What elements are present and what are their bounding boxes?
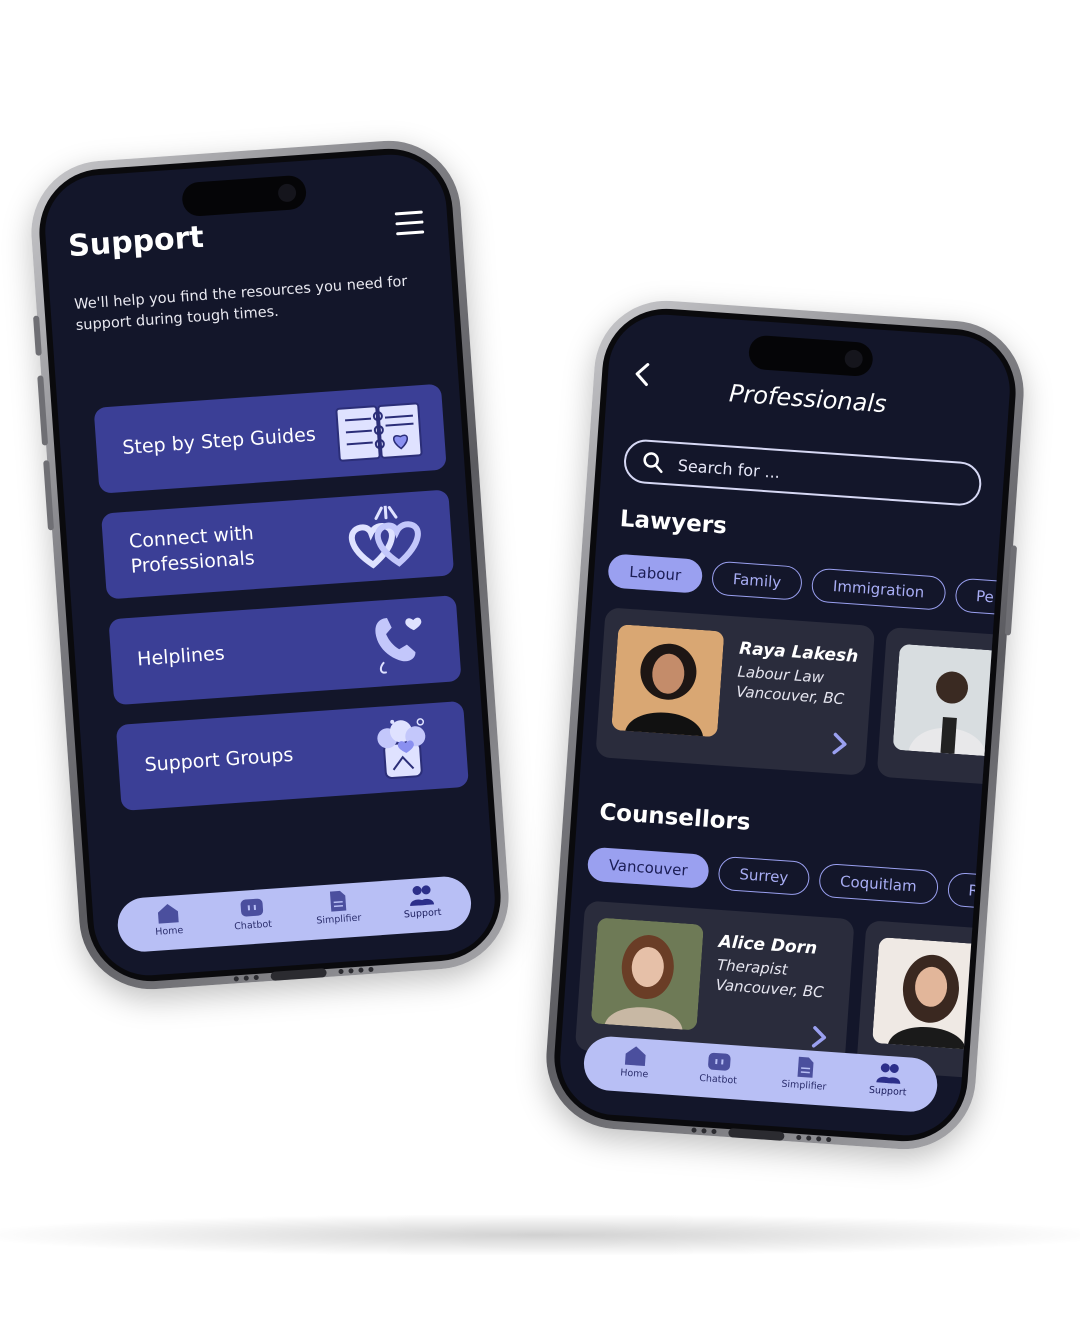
guides-label: Step by Step Guides (121, 423, 317, 459)
chip-family[interactable]: Family (710, 560, 804, 601)
search-icon (643, 452, 663, 474)
page-title: Professionals (728, 379, 888, 419)
phone-heart-icon (375, 617, 422, 674)
tab-home[interactable]: Home (132, 900, 204, 940)
chip-vancouver[interactable]: Vancouver (586, 846, 710, 889)
tab-label: Chatbot (233, 918, 273, 933)
tab-support[interactable]: Support (852, 1060, 924, 1100)
document-icon (797, 1056, 814, 1078)
people-icon (876, 1063, 901, 1084)
phone-professionals: Professionals Lawyers LabourFamilyImmigr… (541, 296, 1029, 1154)
tab-bar: Home Chatbot Simplifier Support (115, 874, 473, 954)
support-groups-label: Support Groups (143, 743, 294, 777)
chatbot-icon (240, 898, 264, 917)
chip-coquitlam[interactable]: Coquitlam (817, 862, 939, 905)
helplines-button[interactable]: Helplines (108, 595, 462, 706)
support-screen: Support We'll help you find the resource… (41, 150, 499, 980)
power-button (1004, 545, 1018, 636)
tab-chatbot[interactable]: Chatbot (216, 894, 288, 934)
support-groups-button[interactable]: Support Groups (115, 700, 469, 811)
volume-button (37, 375, 49, 446)
tab-chatbot[interactable]: Chatbot (683, 1048, 755, 1088)
chatbot-icon (708, 1052, 731, 1071)
page-subtitle: We'll help you find the resources you ne… (73, 273, 408, 334)
tab-label: Support (403, 906, 442, 921)
volume-button (33, 315, 42, 356)
search-bar (622, 438, 983, 508)
chip-r[interactable]: R (946, 871, 1002, 910)
dynamic-island (747, 334, 874, 378)
avatar (611, 624, 725, 738)
hamburger-menu-icon[interactable] (394, 210, 425, 236)
camera-icon (277, 183, 297, 203)
professional-location: Vancouver, BC (715, 975, 825, 1002)
tab-label: Home (619, 1067, 649, 1081)
home-icon (624, 1046, 646, 1067)
tab-support[interactable]: Support (386, 882, 458, 922)
group-hearts-jar-icon (377, 718, 426, 780)
tab-label: Chatbot (698, 1072, 738, 1087)
camera-icon (844, 349, 864, 369)
professionals-screen: Professionals Lawyers LabourFamilyImmigr… (556, 310, 1014, 1140)
lawyers-filter-chips: Labour Family Immigration Pe (607, 553, 1014, 618)
chip-labour[interactable]: Labour (607, 553, 704, 594)
counsellors-section-title: Counsellors (598, 799, 752, 836)
phone-support: Support We'll help you find the resource… (26, 136, 514, 994)
professional-location: Vancouver, BC (735, 682, 845, 709)
volume-button (43, 460, 55, 531)
chip-immigration[interactable]: Immigration (810, 567, 947, 611)
tab-simplifier[interactable]: Simplifier (769, 1054, 841, 1094)
professional-name: Alice Dorn (718, 931, 818, 959)
connect-professionals-label: Connect with Professionals (128, 522, 256, 578)
helplines-label: Helplines (136, 642, 226, 671)
tab-home[interactable]: Home (599, 1042, 671, 1082)
floor-shadow (0, 1215, 1080, 1255)
people-icon (410, 885, 435, 907)
guide-book-icon (335, 402, 423, 462)
professional-role: Therapist (716, 955, 789, 979)
search-input[interactable] (675, 452, 921, 494)
document-icon (329, 890, 347, 912)
chip-surrey[interactable]: Surrey (717, 855, 811, 897)
chip-pe[interactable]: Pe (953, 577, 1014, 616)
tab-label: Home (154, 924, 184, 938)
guides-button[interactable]: Step by Step Guides (93, 383, 447, 494)
lawyers-section-title: Lawyers (619, 506, 728, 540)
tab-label: Simplifier (781, 1078, 827, 1093)
home-icon (157, 903, 179, 924)
tab-simplifier[interactable]: Simplifier (302, 888, 374, 928)
avatar (590, 917, 704, 1031)
page-title: Support (67, 219, 205, 265)
chevron-right-icon[interactable] (809, 1025, 829, 1050)
professional-name: Raya Lakesh (738, 638, 859, 667)
counsellors-filter-chips: Vancouver Surrey Coquitlam R (586, 846, 1011, 912)
lawyer-card[interactable]: Raya Lakesh Labour Law Vancouver, BC (595, 607, 876, 776)
dynamic-island (181, 174, 308, 218)
linked-hearts-icon (348, 504, 421, 569)
tab-label: Simplifier (316, 912, 362, 927)
chevron-right-icon[interactable] (830, 731, 850, 756)
connect-professionals-button[interactable]: Connect with Professionals (101, 489, 455, 600)
tab-label: Support (868, 1084, 907, 1099)
